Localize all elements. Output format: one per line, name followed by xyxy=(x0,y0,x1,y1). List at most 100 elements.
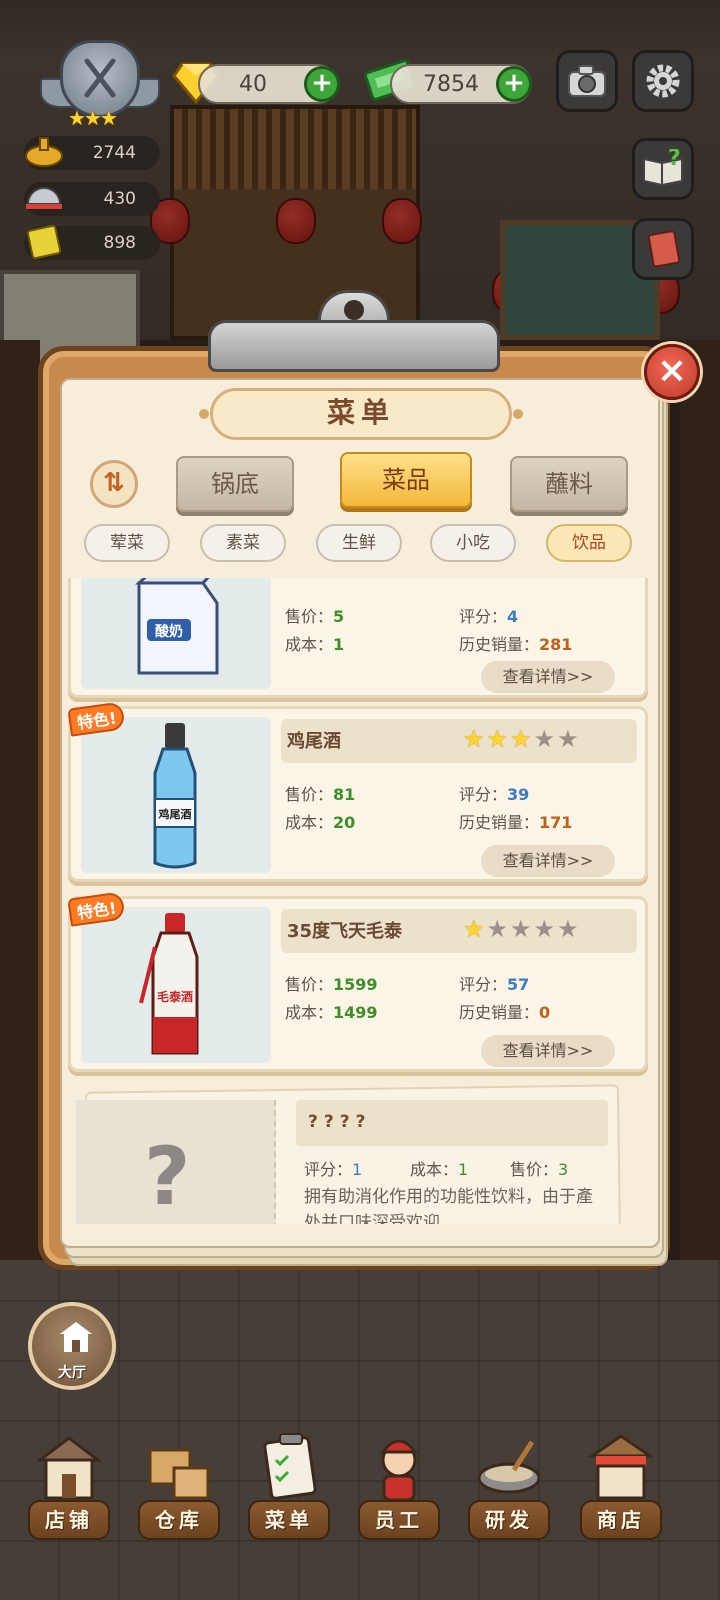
score-field: 评分：57 xyxy=(459,975,530,994)
recipe-book-icon xyxy=(647,230,681,268)
tab-dishes[interactable]: 菜品 xyxy=(340,452,472,508)
view-details-button[interactable]: 查看详情>> xyxy=(481,1035,615,1067)
hotpot-icon xyxy=(25,137,63,167)
tab-soup-base[interactable]: 锅底 xyxy=(176,456,294,512)
gear-icon xyxy=(646,64,680,98)
cost-value: 1499 xyxy=(333,1003,378,1022)
question-mark-icon: ? xyxy=(144,1130,191,1223)
item-name: 35度飞天毛泰 xyxy=(287,921,403,942)
view-details-button[interactable]: 查看详情>> xyxy=(481,661,615,693)
sales-field: 历史销量：281 xyxy=(459,635,573,654)
star-empty-icon: ★★ xyxy=(533,725,581,753)
item-name: ???? xyxy=(308,1112,372,1132)
liquor-bottle-icon: 毛泰酒 xyxy=(139,913,199,1055)
ticket-icon xyxy=(26,224,62,260)
sales-value: 0 xyxy=(539,1003,551,1022)
camera-button[interactable] xyxy=(556,50,618,112)
category-fresh[interactable]: 生鲜 xyxy=(316,524,402,562)
nav-store[interactable]: 商店 xyxy=(566,1420,676,1560)
hall-button[interactable]: 大厅 xyxy=(28,1302,116,1390)
item-name: 鸡尾酒 xyxy=(287,731,341,752)
menu-title: 菜单 xyxy=(199,388,523,440)
nav-staff[interactable]: 员工 xyxy=(344,1420,454,1560)
rank-stars: ★★★ xyxy=(68,106,118,130)
help-book-icon: ? xyxy=(643,149,683,187)
help-book-button[interactable]: ? xyxy=(632,138,694,200)
svg-text:酸奶: 酸奶 xyxy=(155,623,183,640)
clipboard-clip xyxy=(208,290,500,372)
sales-value: 171 xyxy=(539,813,573,832)
price-field: 售价：1599 xyxy=(285,975,378,994)
recipe-book-button[interactable] xyxy=(632,218,694,280)
stat-hotpot: 2744 xyxy=(24,136,160,170)
price-value: 1599 xyxy=(333,975,378,994)
hall-label: 大厅 xyxy=(58,1365,86,1381)
score-field: 评分：1 xyxy=(304,1160,363,1179)
item-description: 拥有助消化作用的功能性饮料，由于產处并口味深受欢迎 xyxy=(304,1187,593,1224)
stat-value: 430 xyxy=(103,189,136,209)
score-value: 4 xyxy=(507,607,519,626)
svg-text:?: ? xyxy=(668,149,681,171)
price-field: 售价：5 xyxy=(285,607,345,626)
score-value: 39 xyxy=(507,785,530,804)
nav-label: 员工 xyxy=(358,1500,440,1540)
hall-icon xyxy=(60,1322,92,1352)
dish-cover-icon xyxy=(26,187,62,209)
nav-label: 商店 xyxy=(580,1500,662,1540)
camera-icon xyxy=(568,65,606,97)
star-empty-icon: ★★★★ xyxy=(486,915,581,943)
item-list[interactable]: 酸奶 售价：5 成本：1 评分：4 历史销量：281 查看详情>> 鸡尾酒 特色… xyxy=(68,578,648,1224)
cost-value: 1 xyxy=(458,1160,469,1179)
sort-button[interactable]: ⇅ xyxy=(90,460,138,508)
menu-item-card[interactable]: 毛泰酒 特色! 35度飞天毛泰 ★★★★★ 售价：1599 成本：1499 评分… xyxy=(68,891,648,1072)
menu-item-card[interactable]: 鸡尾酒 特色! 鸡尾酒 ★★★★★ 售价：81 成本：20 评分：39 历史销量… xyxy=(68,701,648,882)
category-drinks[interactable]: 饮品 xyxy=(546,524,632,562)
star-icon: ★★★ xyxy=(463,725,534,753)
item-image: 酸奶 xyxy=(81,578,271,689)
stat-ticket: 898 xyxy=(24,224,160,260)
locked-item-card[interactable]: ? ???? 评分：1 成本：1 售价：3 拥有助消化作用的功能性饮料，由于產处… xyxy=(68,1084,648,1224)
rank-badge[interactable]: ★★★ xyxy=(40,40,160,130)
category-snack[interactable]: 小吃 xyxy=(430,524,516,562)
sort-icon: ⇅ xyxy=(103,468,125,498)
stat-dish: 430 xyxy=(24,182,160,216)
sales-value: 281 xyxy=(539,635,573,654)
item-image: 鸡尾酒 xyxy=(81,717,271,873)
category-meat[interactable]: 荤菜 xyxy=(84,524,170,562)
warehouse-icon xyxy=(148,1448,210,1500)
rating-stars: ★★★★★ xyxy=(463,725,581,753)
staff-icon xyxy=(380,1439,418,1502)
cost-value: 20 xyxy=(333,813,356,832)
item-image: 毛泰酒 xyxy=(81,907,271,1063)
rating-stars: ★★★★★ xyxy=(463,915,581,943)
sales-field: 历史销量：171 xyxy=(459,813,573,832)
price-field: 售价：3 xyxy=(510,1160,569,1179)
settings-button[interactable] xyxy=(632,50,694,112)
price-value: 3 xyxy=(558,1160,569,1179)
cost-field: 成本：20 xyxy=(285,813,356,832)
price-field: 售价：81 xyxy=(285,785,356,804)
nav-research[interactable]: 研发 xyxy=(454,1420,564,1560)
tab-sauces[interactable]: 蘸料 xyxy=(510,456,628,512)
cost-field: 成本：1 xyxy=(410,1160,469,1179)
nav-warehouse[interactable]: 仓库 xyxy=(124,1420,234,1560)
view-details-button[interactable]: 查看详情>> xyxy=(481,845,615,877)
research-icon xyxy=(477,1440,541,1494)
score-value: 1 xyxy=(352,1160,363,1179)
nav-shop[interactable]: 店铺 xyxy=(14,1420,124,1560)
nav-menu[interactable]: 菜单 xyxy=(234,1420,344,1560)
svg-text:毛泰酒: 毛泰酒 xyxy=(157,989,193,1004)
star-icon: ★ xyxy=(463,915,487,943)
menu-item-card[interactable]: 酸奶 售价：5 成本：1 评分：4 历史销量：281 查看详情>> xyxy=(68,578,648,698)
nav-label: 店铺 xyxy=(28,1500,110,1540)
nav-label: 仓库 xyxy=(138,1500,220,1540)
cost-value: 1 xyxy=(333,635,345,654)
add-cash-button[interactable]: + xyxy=(496,66,532,102)
store-icon xyxy=(587,1434,655,1500)
category-vegetable[interactable]: 素菜 xyxy=(200,524,286,562)
add-gems-button[interactable]: + xyxy=(304,66,340,102)
score-field: 评分：39 xyxy=(459,785,530,804)
gem-count: 40 xyxy=(239,71,267,97)
close-button[interactable]: × xyxy=(644,344,700,400)
bottom-nav: 店铺 仓库 菜单 员工 研发 商店 xyxy=(0,1420,720,1560)
